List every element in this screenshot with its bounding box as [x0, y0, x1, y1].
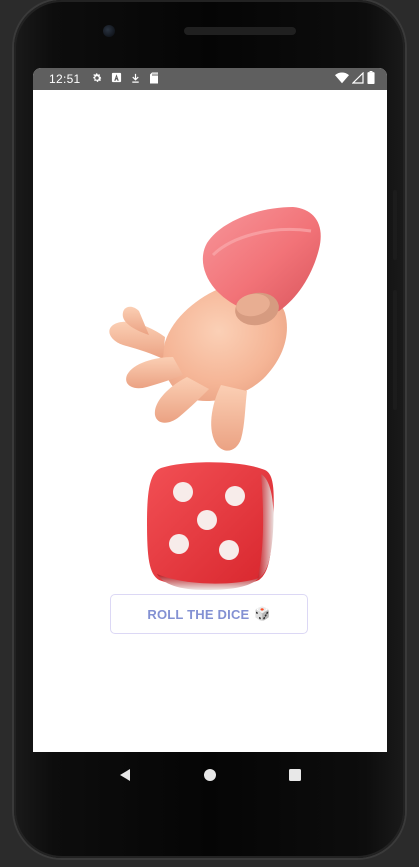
dice-illustration — [145, 462, 277, 590]
app-content: ROLL THE DICE 🎲 — [33, 90, 387, 752]
throwing-hand-illustration — [103, 207, 323, 462]
roll-dice-button[interactable]: ROLL THE DICE 🎲 — [110, 594, 308, 634]
power-button — [393, 290, 397, 410]
status-bar: 12:51 — [33, 68, 387, 90]
back-icon[interactable] — [111, 761, 139, 789]
wifi-icon — [335, 71, 349, 87]
sd-card-icon — [149, 72, 159, 87]
keyboard-a-icon — [111, 72, 122, 86]
home-icon[interactable] — [196, 761, 224, 789]
front-camera — [103, 25, 115, 37]
roll-button-label: ROLL THE DICE — [147, 606, 250, 622]
recents-icon[interactable] — [281, 761, 309, 789]
system-nav-bar — [33, 752, 387, 798]
gear-icon — [91, 72, 103, 87]
battery-icon — [367, 71, 375, 87]
screen: 12:51 ROLL THE DICE 🎲 — [33, 68, 387, 752]
status-time: 12:51 — [49, 72, 81, 86]
earpiece-speaker — [184, 27, 296, 35]
dice-emoji-icon: 🎲 — [254, 606, 271, 621]
download-icon — [130, 72, 141, 87]
volume-button — [393, 190, 397, 260]
cell-signal-icon — [351, 71, 364, 87]
